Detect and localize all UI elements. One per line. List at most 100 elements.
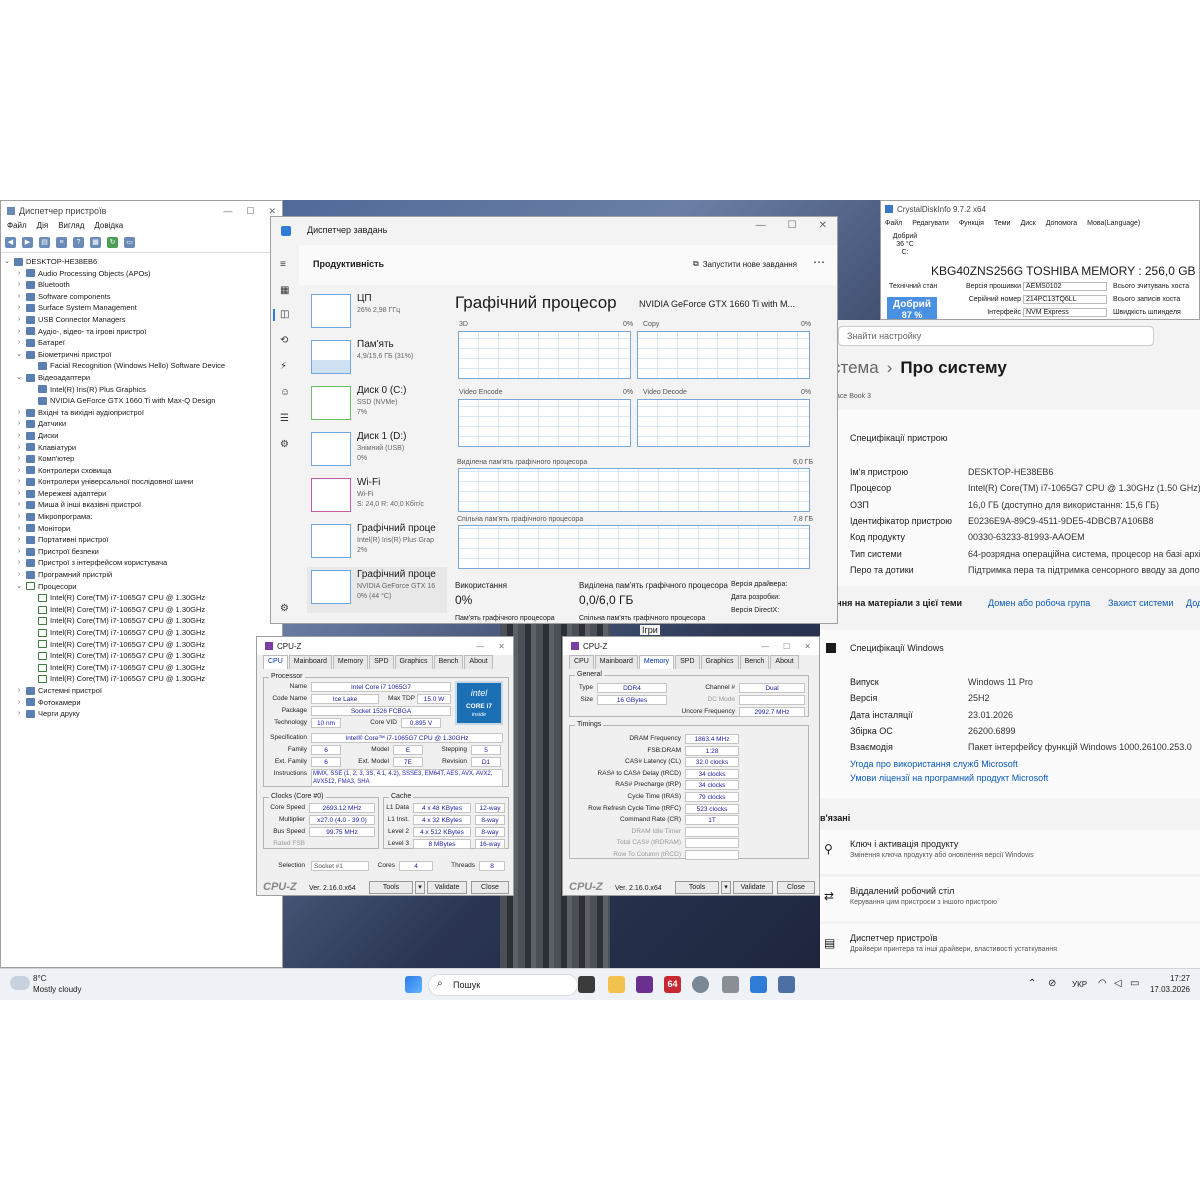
tab-graphics[interactable]: Graphics bbox=[394, 655, 433, 669]
link-ms-services-agreement[interactable]: Угода про використання служб Microsoft bbox=[850, 759, 1018, 769]
chevron-right-icon[interactable]: › bbox=[15, 523, 23, 535]
tree-item[interactable]: › Датчики bbox=[3, 418, 280, 430]
app-history-icon[interactable]: ⟲ bbox=[280, 335, 288, 346]
link-advanced[interactable]: Дод bbox=[1186, 598, 1200, 608]
maximize-button[interactable]: ☐ bbox=[246, 206, 254, 217]
chevron-right-icon[interactable]: › bbox=[15, 418, 23, 430]
perf-item[interactable]: ЦП 26% 2,98 ГГц bbox=[307, 291, 447, 337]
notification-silenced-icon[interactable]: ⊘ bbox=[1048, 978, 1056, 989]
perf-item[interactable]: Графічний проце NVIDIA GeForce GTX 16 0% (… bbox=[307, 567, 447, 613]
link-system-protection[interactable]: Захист системи bbox=[1108, 598, 1173, 608]
tree-item[interactable]: › Мікропрограма: bbox=[3, 511, 280, 523]
input-language[interactable]: УКР bbox=[1072, 980, 1087, 989]
tree-item[interactable]: Intel(R) Core(TM) i7-1065G7 CPU @ 1.30GH… bbox=[3, 662, 280, 674]
tab-spd[interactable]: SPD bbox=[675, 655, 700, 669]
chevron-right-icon[interactable]: › bbox=[15, 465, 23, 477]
tab-memory[interactable]: Memory bbox=[332, 655, 369, 669]
more-options-button[interactable]: ⋯ bbox=[813, 255, 825, 269]
tab-bench[interactable]: Bench bbox=[433, 655, 464, 669]
cpuz-taskbar-icon[interactable] bbox=[636, 976, 653, 993]
settings-window[interactable]: Знайти настройку стема › Про систему ace… bbox=[820, 320, 1200, 968]
disk-status-mini[interactable]: Добрий 36 °C C: bbox=[887, 233, 923, 257]
task-manager-window[interactable]: Диспетчер завдань — ☐ ✕ ≡ ▦ ◫ ⟲ ⚡ ☺ ☰ ⚙ ⚙ … bbox=[270, 216, 838, 624]
tree-item[interactable]: › Черги друку bbox=[3, 708, 280, 720]
tree-item[interactable]: › Батареї bbox=[3, 337, 280, 349]
weather-temp[interactable]: 8°C bbox=[33, 974, 46, 983]
scan-hardware-icon[interactable]: ↻ bbox=[107, 237, 118, 248]
device-manager-window[interactable]: Диспетчер пристроїв — ☐ ✕ Файл Дія Вигляд Дов… bbox=[0, 200, 283, 968]
chevron-right-icon[interactable]: › bbox=[15, 326, 23, 338]
tm-minimize-button[interactable]: — bbox=[756, 220, 766, 231]
tab-cpu[interactable]: CPU bbox=[569, 655, 594, 669]
cpuz-mem-minimize-button[interactable]: — bbox=[761, 642, 769, 651]
crystaldiskinfo-taskbar-icon[interactable] bbox=[778, 976, 795, 993]
perf-item[interactable]: Диск 1 (D:) Знімний (USB) 0% bbox=[307, 429, 447, 475]
file-explorer-icon[interactable] bbox=[608, 976, 625, 993]
tree-item[interactable]: ⌄ Процесори bbox=[3, 581, 280, 593]
run-new-task-button[interactable]: ⧉ Запустити нове завдання bbox=[693, 259, 797, 269]
chevron-right-icon[interactable]: › bbox=[15, 291, 23, 303]
menu-item-1[interactable]: Дія bbox=[37, 221, 49, 235]
clock-date[interactable]: 17.03.2026 bbox=[1142, 985, 1190, 994]
chevron-right-icon[interactable]: › bbox=[15, 569, 23, 581]
task-manager-taskbar-icon[interactable] bbox=[750, 976, 767, 993]
settings-taskbar-icon[interactable] bbox=[692, 976, 709, 993]
clock-time[interactable]: 17:27 bbox=[1150, 974, 1190, 983]
cpuz-mem-close-button[interactable]: ✕ bbox=[804, 642, 811, 651]
mem-close-cpuz-button[interactable]: Close bbox=[777, 881, 815, 894]
crystal-menu-item[interactable]: Файл bbox=[885, 220, 902, 227]
tree-item[interactable]: › Портативні пристрої bbox=[3, 534, 280, 546]
chevron-right-icon[interactable]: › bbox=[15, 268, 23, 280]
perf-item[interactable]: Пам'ять 4,9/15,6 ГБ (31%) bbox=[307, 337, 447, 383]
tree-item[interactable]: › Audio Processing Objects (APOs) bbox=[3, 268, 280, 280]
related-item[interactable]: ▤ Диспетчер пристроїв Драйвери принтера та… bbox=[820, 924, 1200, 968]
tree-item[interactable]: Intel(R) Core(TM) i7-1065G7 CPU @ 1.30GH… bbox=[3, 673, 280, 685]
device-manager-taskbar-icon[interactable] bbox=[722, 976, 739, 993]
properties-icon[interactable]: ▤ bbox=[39, 237, 50, 248]
crystal-menu-item[interactable]: Диск bbox=[1020, 220, 1035, 227]
chevron-right-icon[interactable]: › bbox=[15, 442, 23, 454]
tree-item[interactable]: ⌄ Відеоадаптери bbox=[3, 372, 280, 384]
crystal-menu-item[interactable]: Допомога bbox=[1046, 220, 1077, 227]
tm-maximize-button[interactable]: ☐ bbox=[788, 220, 797, 231]
tab-memory[interactable]: Memory bbox=[638, 655, 675, 669]
wifi-icon[interactable]: ◠ bbox=[1098, 978, 1107, 989]
cloud-weather-icon[interactable] bbox=[10, 976, 30, 990]
close-button[interactable]: ✕ bbox=[268, 206, 276, 217]
tab-cpu[interactable]: CPU bbox=[263, 655, 288, 669]
battery-icon[interactable]: ▭ bbox=[1130, 978, 1139, 989]
games-settings-item[interactable]: Ігри bbox=[640, 625, 660, 635]
help-icon[interactable]: ? bbox=[73, 237, 84, 248]
cpuz-cpu-minimize-button[interactable]: — bbox=[476, 642, 484, 651]
chevron-right-icon[interactable]: › bbox=[15, 546, 23, 558]
tab-about[interactable]: About bbox=[770, 655, 799, 669]
related-item[interactable]: ⇄ Віддалений робочий стіл Керування цим пр… bbox=[820, 877, 1200, 921]
tab-bench[interactable]: Bench bbox=[739, 655, 770, 669]
perf-item[interactable]: Графічний проце Intel(R) Iris(R) Plus Gra… bbox=[307, 521, 447, 567]
tree-item[interactable]: ⌄ Біометричні пристрої bbox=[3, 349, 280, 361]
monitor-icon[interactable]: ▭ bbox=[124, 237, 135, 248]
socket-select[interactable]: Socket #1 bbox=[311, 861, 369, 871]
tree-item[interactable]: › Диски bbox=[3, 430, 280, 442]
crystal-menu-item[interactable]: Мова(Language) bbox=[1087, 220, 1140, 227]
link-ms-license-terms[interactable]: Умови ліцензії на програмний продукт Mic… bbox=[850, 773, 1048, 783]
perf-item[interactable]: Wi-Fi Wi-Fi S: 24,0 R: 40,0 Кбіт/с bbox=[307, 475, 447, 521]
related-item[interactable]: ⚲ Ключ і активація продукту Змінення ключа… bbox=[820, 830, 1200, 874]
crystaldiskinfo-window[interactable]: CrystalDiskInfo 9.7.2 x64 Файл Редагувати… bbox=[880, 200, 1200, 320]
aida64-taskbar-icon[interactable]: 64 bbox=[664, 976, 681, 993]
expand-down-icon[interactable]: ⌄ bbox=[3, 256, 11, 268]
users-icon[interactable]: ☺ bbox=[280, 387, 290, 398]
expand-down-icon[interactable]: ⌄ bbox=[15, 581, 23, 593]
tree-item[interactable]: › Програмний пристрій bbox=[3, 569, 280, 581]
tab-about[interactable]: About bbox=[464, 655, 493, 669]
chevron-right-icon[interactable]: › bbox=[15, 302, 23, 314]
tree-item[interactable]: › Bluetooth bbox=[3, 279, 280, 291]
tab-graphics[interactable]: Graphics bbox=[700, 655, 739, 669]
forward-icon[interactable]: ▶ bbox=[22, 237, 33, 248]
validate-button[interactable]: Validate bbox=[427, 881, 467, 894]
tree-item[interactable]: Intel(R) Core(TM) i7-1065G7 CPU @ 1.30GH… bbox=[3, 592, 280, 604]
mem-tools-button[interactable]: Tools bbox=[675, 881, 719, 894]
tree-item[interactable]: › Пристрої з інтерфейсом користувача bbox=[3, 557, 280, 569]
tree-item[interactable]: › Вхідні та вихідні аудіопристрої bbox=[3, 407, 280, 419]
chevron-right-icon[interactable]: › bbox=[15, 511, 23, 523]
